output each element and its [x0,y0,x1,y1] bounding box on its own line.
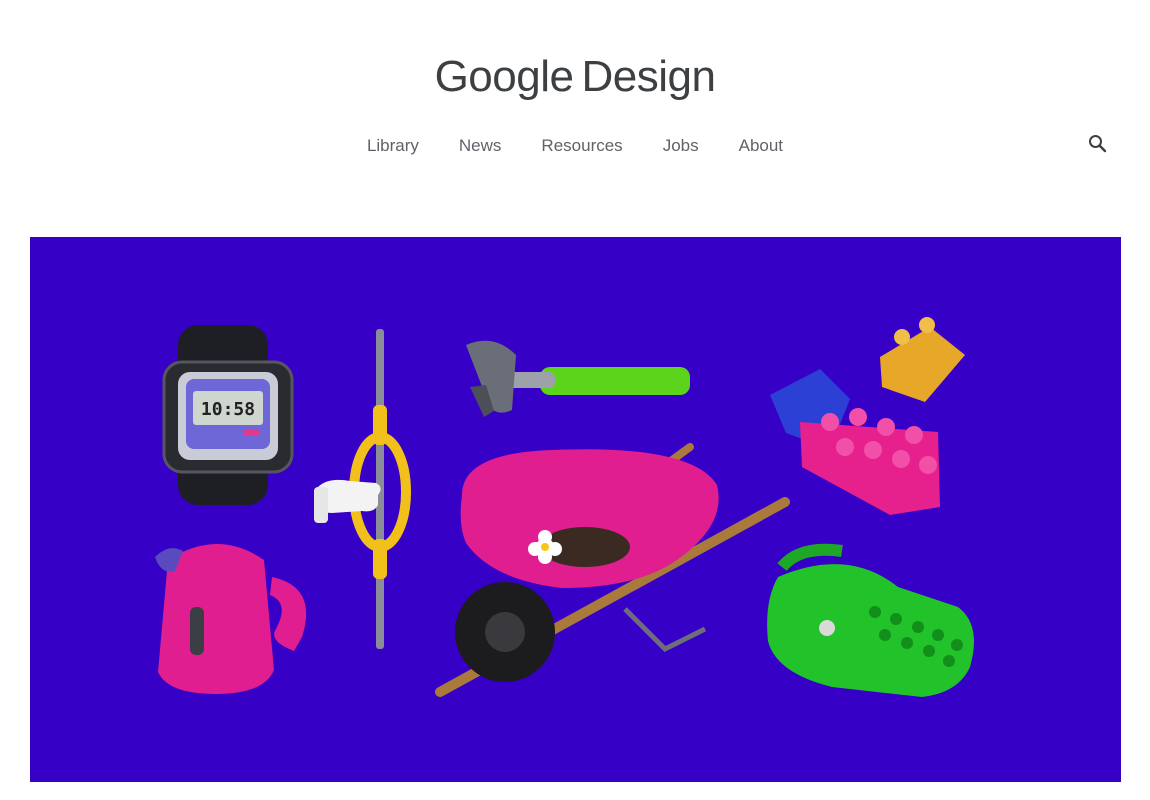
site-logo[interactable]: Google Design [0,52,1150,102]
hero-banner: 10:58 [30,237,1121,782]
search-icon [1089,135,1107,153]
logo-sub: Design [581,52,716,101]
search-button[interactable] [1086,132,1110,156]
logo-brand: Google [434,52,574,101]
kettle-illustration [155,544,307,694]
watch-time: 10:58 [201,399,255,420]
site-header: Google Design Library News Resources Jobs… [0,0,1150,200]
nav-library[interactable]: Library [367,136,419,156]
nav-about[interactable]: About [739,136,783,156]
lego-bricks-illustration [770,317,965,515]
digital-watch-illustration: 10:58 [162,325,294,505]
clog-illustration [767,543,974,697]
hammer-illustration [466,340,690,417]
nav-news[interactable]: News [459,136,502,156]
hero-illustration: 10:58 [155,317,974,697]
wheelbarrow-illustration [435,443,790,697]
nav-resources[interactable]: Resources [541,136,622,156]
wrench-hand-illustration [314,329,411,649]
main-nav: Library News Resources Jobs About [0,136,1150,156]
nav-jobs[interactable]: Jobs [663,136,699,156]
